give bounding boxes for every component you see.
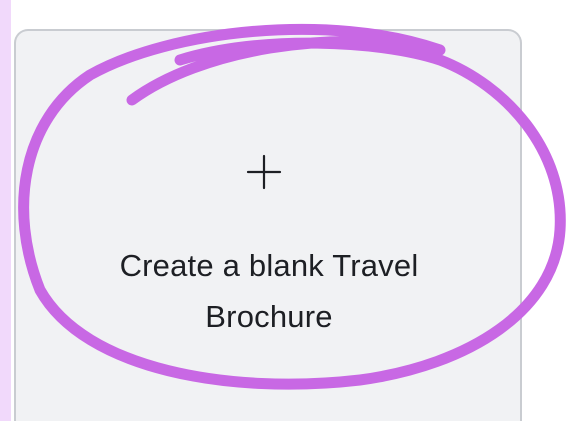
left-panel-strip <box>0 0 11 421</box>
plus-icon <box>246 154 282 190</box>
create-blank-design-card[interactable] <box>14 29 522 421</box>
create-blank-label: Create a blank Travel Brochure <box>119 248 419 334</box>
